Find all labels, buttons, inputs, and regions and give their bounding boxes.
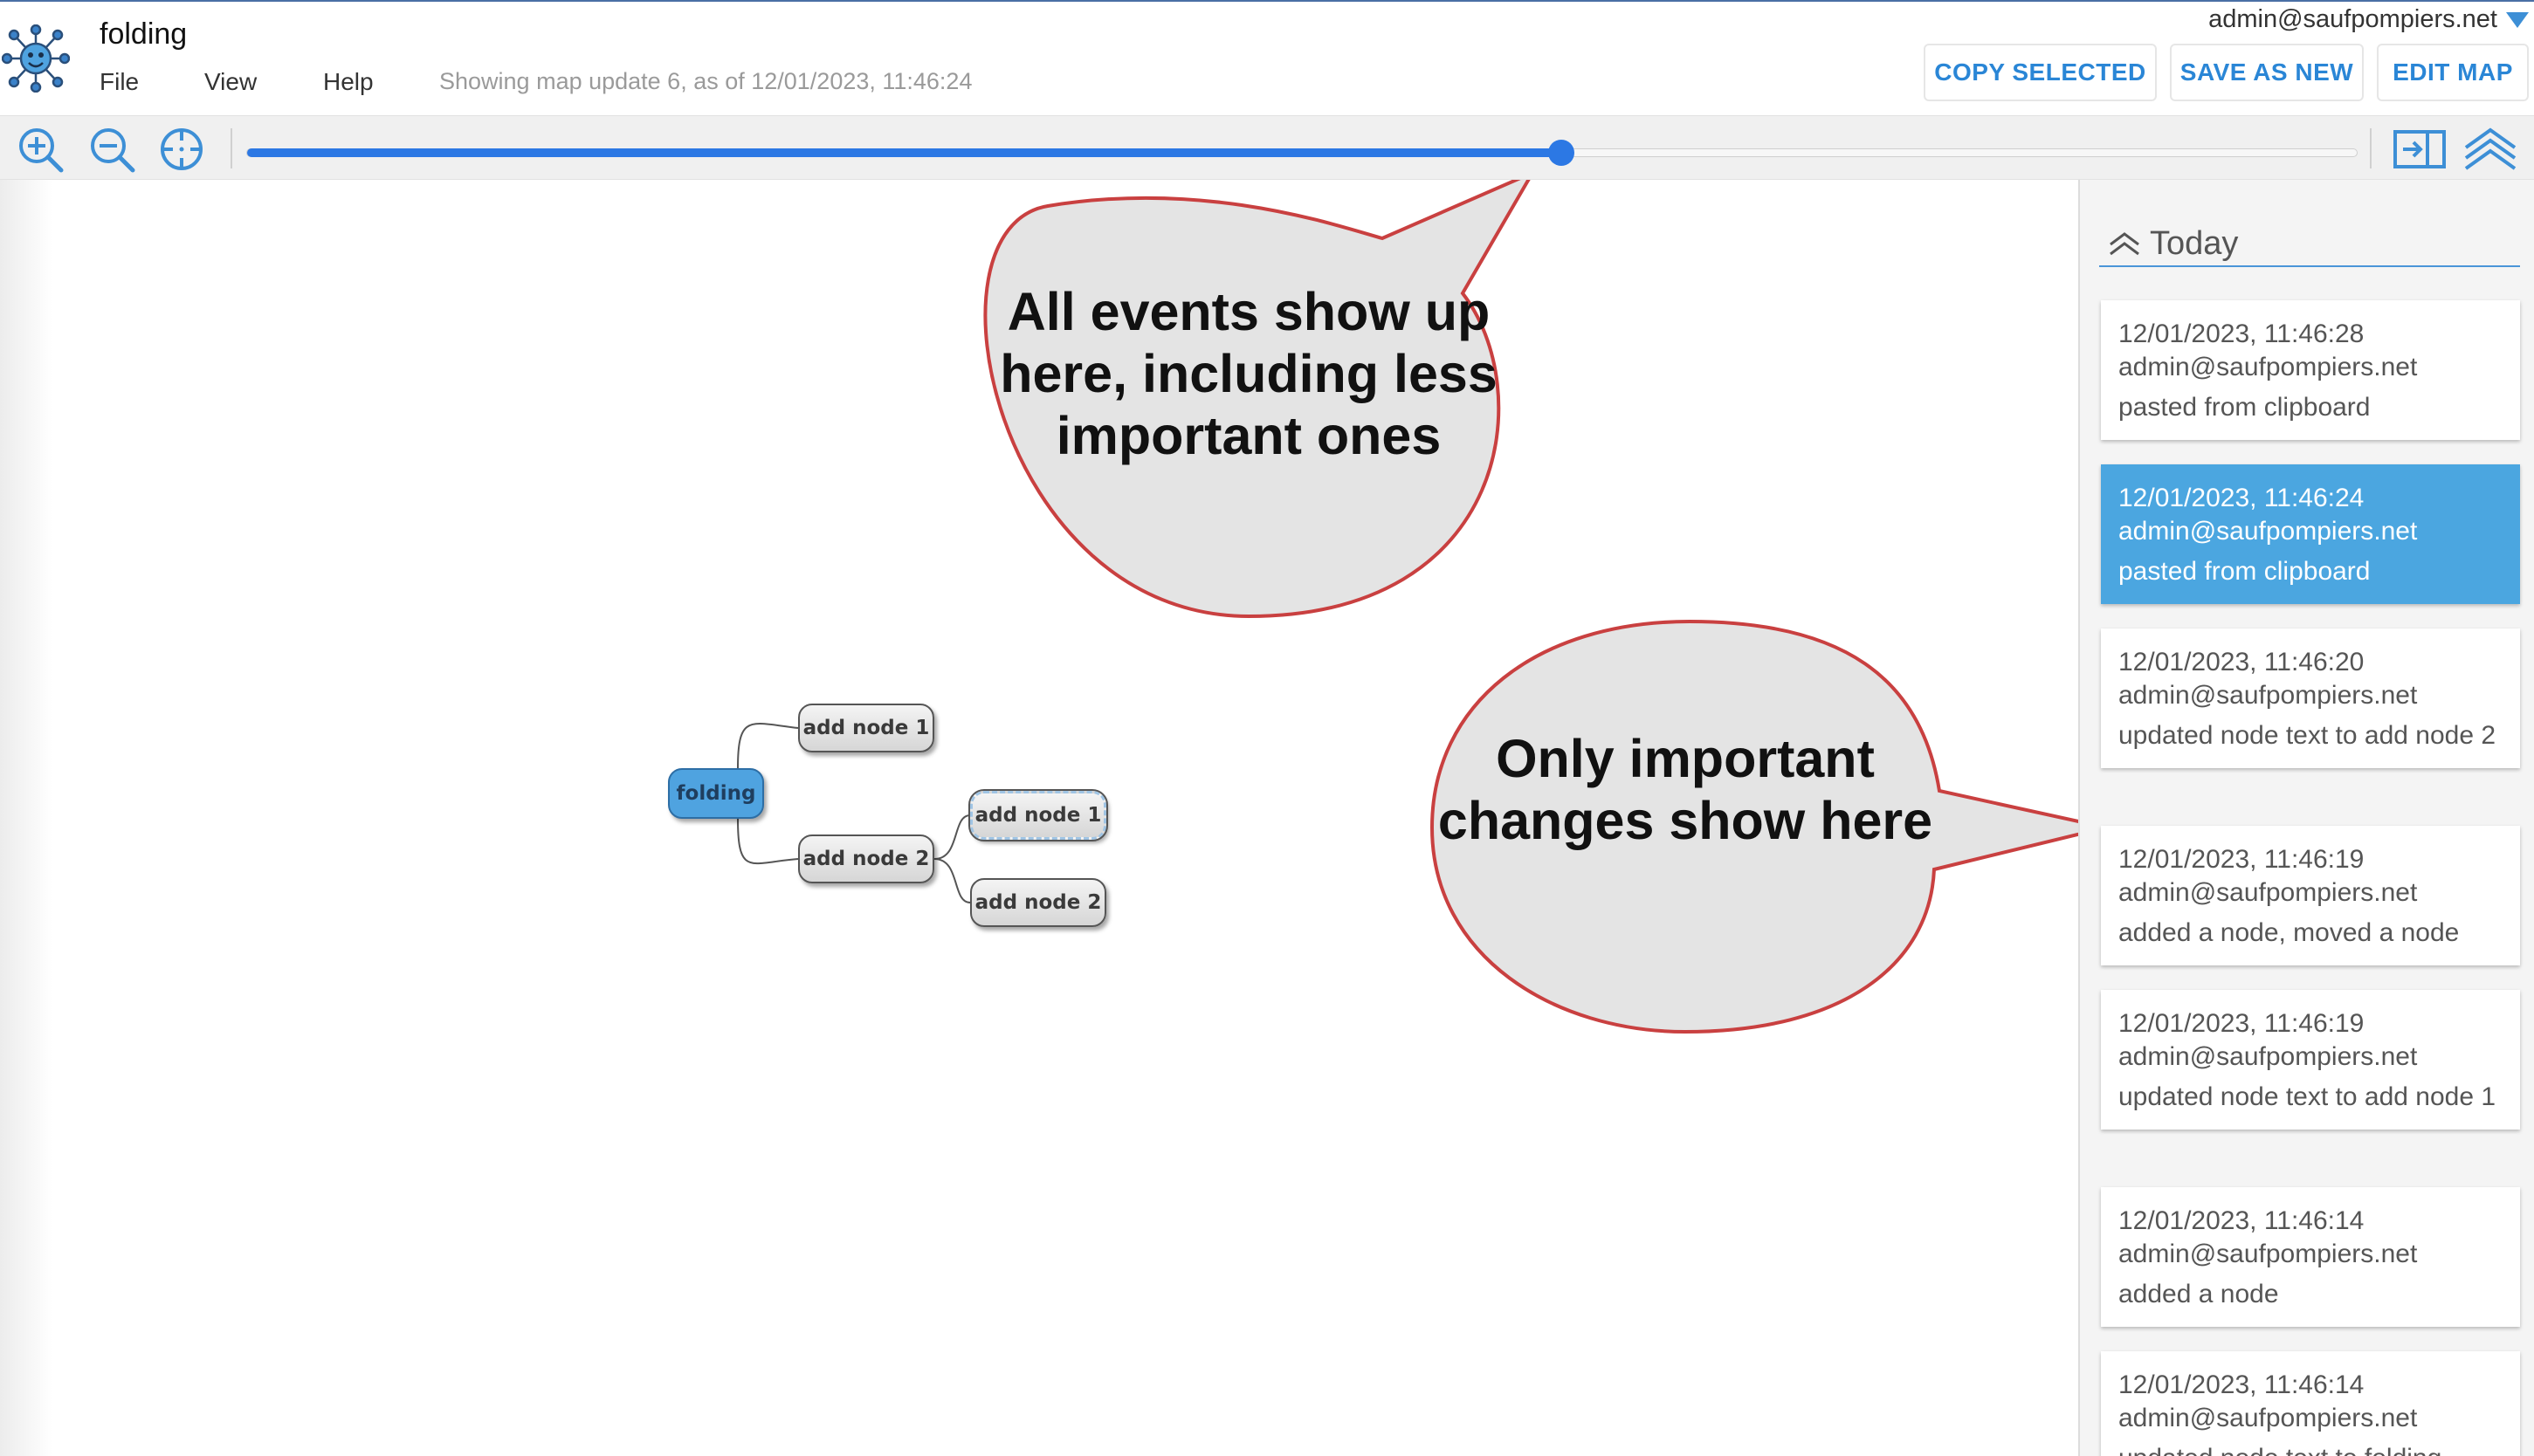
copy-selected-button[interactable]: COPY SELECTED <box>1924 44 2157 101</box>
event-description: added a node, moved a node <box>2118 918 2460 947</box>
map-update-status: Showing map update 6, as of 12/01/2023, … <box>439 68 973 94</box>
event-time: 12/01/2023, 11:46:19 <box>2118 845 2365 874</box>
menu-file[interactable]: File <box>100 68 204 96</box>
history-event[interactable]: 12/01/2023, 11:46:20 admin@saufpompiers.… <box>2101 628 2520 768</box>
history-event[interactable]: 12/01/2023, 11:46:14 admin@saufpompiers.… <box>2101 1187 2520 1327</box>
save-as-new-button[interactable]: SAVE AS NEW <box>2170 44 2364 101</box>
event-user: admin@saufpompiers.net <box>2118 681 2418 710</box>
callout-important-changes: Only important changes show here <box>1437 729 1933 850</box>
bug-logo-icon[interactable] <box>2 24 70 93</box>
event-description: added a node <box>2118 1280 2279 1308</box>
menu-help[interactable]: Help <box>323 68 445 96</box>
app-header: folding File View Help Showing map updat… <box>0 0 2534 115</box>
history-event-selected[interactable]: 12/01/2023, 11:46:24 admin@saufpompiers.… <box>2101 464 2520 604</box>
toolbar-divider <box>231 128 232 168</box>
history-event[interactable]: 12/01/2023, 11:46:19 admin@saufpompiers.… <box>2101 826 2520 965</box>
history-event[interactable]: 12/01/2023, 11:46:28 admin@saufpompiers.… <box>2101 300 2520 440</box>
toolbar <box>0 115 2534 180</box>
user-email[interactable]: admin@saufpompiers.net <box>2208 5 2497 34</box>
toolbar-divider <box>2370 128 2372 168</box>
event-description: updated node text to add node 2 <box>2118 721 2496 750</box>
event-time: 12/01/2023, 11:46:24 <box>2118 484 2365 512</box>
event-user: admin@saufpompiers.net <box>2118 353 2418 381</box>
caret-down-icon[interactable] <box>2506 11 2529 28</box>
event-user: admin@saufpompiers.net <box>2118 517 2418 546</box>
event-time: 12/01/2023, 11:46:20 <box>2118 648 2365 676</box>
event-time: 12/01/2023, 11:46:28 <box>2118 319 2365 348</box>
history-event[interactable]: 12/01/2023, 11:46:19 admin@saufpompiers.… <box>2101 990 2520 1130</box>
collapse-section-icon[interactable] <box>2108 230 2141 257</box>
history-section-title: Today <box>2150 224 2239 262</box>
event-user: admin@saufpompiers.net <box>2118 1042 2418 1071</box>
event-time: 12/01/2023, 11:46:14 <box>2118 1206 2365 1235</box>
map-title[interactable]: folding <box>100 17 187 52</box>
event-user: admin@saufpompiers.net <box>2118 1404 2418 1432</box>
user-menu[interactable]: admin@saufpompiers.net <box>2208 5 2529 34</box>
zoom-out-icon[interactable] <box>87 125 136 174</box>
zoom-in-icon[interactable] <box>16 125 65 174</box>
event-time: 12/01/2023, 11:46:14 <box>2118 1370 2365 1399</box>
menu-bar: File View Help <box>100 68 445 96</box>
history-event[interactable]: 12/01/2023, 11:46:14 admin@saufpompiers.… <box>2101 1351 2520 1456</box>
event-user: admin@saufpompiers.net <box>2118 878 2418 907</box>
timeline-thumb[interactable] <box>1548 140 1575 166</box>
callout-all-events: All events show up here, including less … <box>1000 282 1498 465</box>
event-description: pasted from clipboard <box>2118 557 2371 586</box>
timeline-slider[interactable] <box>246 140 2358 166</box>
history-panel: Today 12/01/2023, 11:46:28 admin@saufpom… <box>2078 180 2534 1456</box>
map-canvas[interactable]: folding add node 1 add node 2 add node 1… <box>0 180 2078 1456</box>
edit-map-button[interactable]: EDIT MAP <box>2377 44 2529 101</box>
split-view-icon[interactable] <box>2393 125 2447 174</box>
event-description: pasted from clipboard <box>2118 393 2371 422</box>
event-description: updated node text to folding <box>2118 1442 2503 1456</box>
history-section-header[interactable]: Today <box>2099 222 2520 267</box>
timeline-progress <box>247 148 1562 157</box>
center-map-icon[interactable] <box>157 125 206 174</box>
event-description: updated node text to add node 1 <box>2118 1082 2496 1111</box>
event-user: admin@saufpompiers.net <box>2118 1240 2418 1268</box>
menu-view[interactable]: View <box>204 68 323 96</box>
event-time: 12/01/2023, 11:46:19 <box>2118 1009 2365 1038</box>
collapse-all-icon[interactable] <box>2462 125 2518 174</box>
